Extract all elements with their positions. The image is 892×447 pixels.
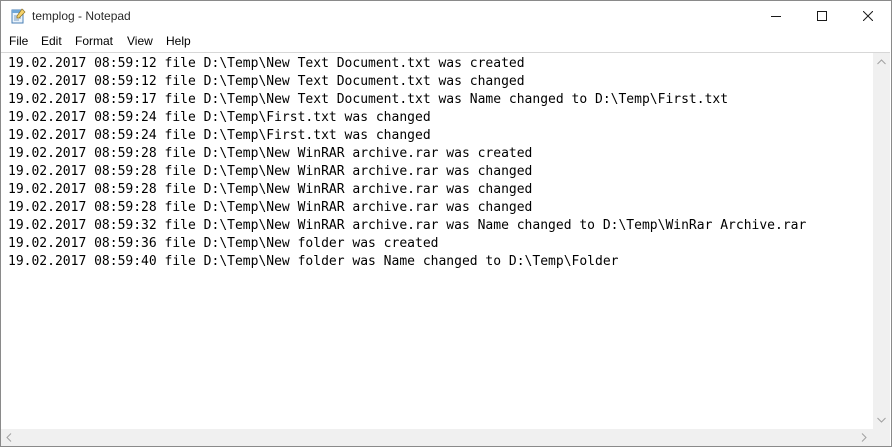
scroll-left-arrow-icon[interactable] (6, 433, 12, 442)
vertical-scrollbar[interactable] (873, 52, 890, 430)
menu-view[interactable]: View (127, 34, 153, 48)
notepad-window: templog - Notepad File Edit Format View … (0, 0, 892, 447)
window-title: templog - Notepad (32, 9, 131, 23)
close-icon (863, 11, 873, 21)
minimize-icon (771, 16, 781, 17)
text-line: 19.02.2017 08:59:28 file D:\Temp\New Win… (8, 182, 533, 197)
text-line: 19.02.2017 08:59:36 file D:\Temp\New fol… (8, 236, 439, 251)
menu-edit[interactable]: Edit (41, 34, 62, 48)
menu-bar: File Edit Format View Help (1, 31, 891, 51)
scrollbar-corner (873, 429, 890, 446)
text-line: 19.02.2017 08:59:28 file D:\Temp\New Win… (8, 164, 533, 179)
text-line: 19.02.2017 08:59:17 file D:\Temp\New Tex… (8, 92, 729, 107)
maximize-button[interactable] (799, 1, 845, 31)
text-line: 19.02.2017 08:59:24 file D:\Temp\First.t… (8, 110, 431, 125)
text-editor[interactable]: 19.02.2017 08:59:12 file D:\Temp\New Tex… (1, 52, 873, 430)
close-button[interactable] (845, 1, 891, 31)
text-line: 19.02.2017 08:59:28 file D:\Temp\New Win… (8, 146, 533, 161)
menu-help[interactable]: Help (166, 34, 191, 48)
scroll-up-arrow-icon[interactable] (877, 59, 886, 65)
scroll-right-arrow-icon[interactable] (861, 433, 867, 442)
text-line: 19.02.2017 08:59:28 file D:\Temp\New Win… (8, 200, 533, 215)
title-bar[interactable]: templog - Notepad (1, 1, 891, 31)
minimize-button[interactable] (753, 1, 799, 31)
menu-format[interactable]: Format (75, 34, 113, 48)
text-line: 19.02.2017 08:59:12 file D:\Temp\New Tex… (8, 74, 525, 89)
notepad-icon[interactable] (10, 8, 26, 24)
menu-file[interactable]: File (9, 34, 28, 48)
maximize-icon (817, 11, 827, 21)
text-line: 19.02.2017 08:59:24 file D:\Temp\First.t… (8, 128, 431, 143)
horizontal-scrollbar[interactable] (1, 429, 873, 446)
text-line: 19.02.2017 08:59:32 file D:\Temp\New Win… (8, 218, 807, 233)
scroll-down-arrow-icon[interactable] (877, 417, 886, 423)
text-line: 19.02.2017 08:59:40 file D:\Temp\New fol… (8, 254, 619, 269)
text-line: 19.02.2017 08:59:12 file D:\Temp\New Tex… (8, 56, 525, 71)
